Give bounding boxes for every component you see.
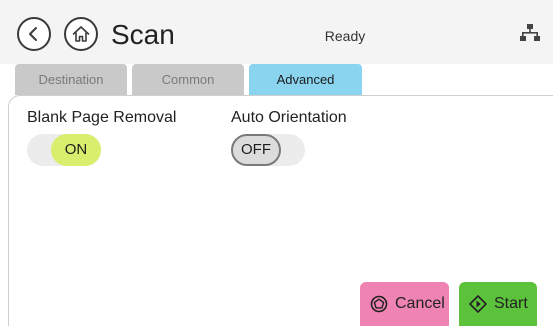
auto-orientation-setting: Auto Orientation OFF bbox=[231, 109, 347, 166]
stop-icon bbox=[370, 295, 388, 313]
back-button[interactable] bbox=[17, 17, 51, 51]
auto-orientation-label: Auto Orientation bbox=[231, 109, 347, 126]
home-button[interactable] bbox=[64, 17, 98, 51]
start-label: Start bbox=[494, 295, 528, 312]
start-icon bbox=[469, 295, 487, 313]
toggle-knob: ON bbox=[51, 134, 101, 166]
cancel-label: Cancel bbox=[395, 295, 445, 312]
home-icon bbox=[72, 26, 90, 42]
blank-page-removal-toggle[interactable]: ON bbox=[27, 134, 101, 166]
page-title: Scan bbox=[111, 19, 175, 50]
blank-page-removal-label: Blank Page Removal bbox=[27, 109, 177, 126]
network-icon[interactable] bbox=[520, 24, 540, 47]
auto-orientation-toggle[interactable]: OFF bbox=[231, 134, 305, 166]
scan-screen: Scan Ready Destination Common Advanced B… bbox=[0, 0, 553, 326]
header-bar: Scan Ready bbox=[0, 0, 553, 64]
start-button[interactable]: Start bbox=[459, 282, 537, 326]
chevron-left-icon bbox=[29, 27, 37, 41]
blank-page-removal-setting: Blank Page Removal ON bbox=[27, 109, 176, 166]
tab-destination[interactable]: Destination bbox=[15, 64, 127, 95]
tab-common[interactable]: Common bbox=[132, 64, 244, 95]
status-text: Ready bbox=[324, 28, 366, 44]
toggle-knob: OFF bbox=[231, 134, 281, 166]
cancel-button[interactable]: Cancel bbox=[360, 282, 449, 326]
tab-advanced[interactable]: Advanced bbox=[249, 64, 362, 95]
